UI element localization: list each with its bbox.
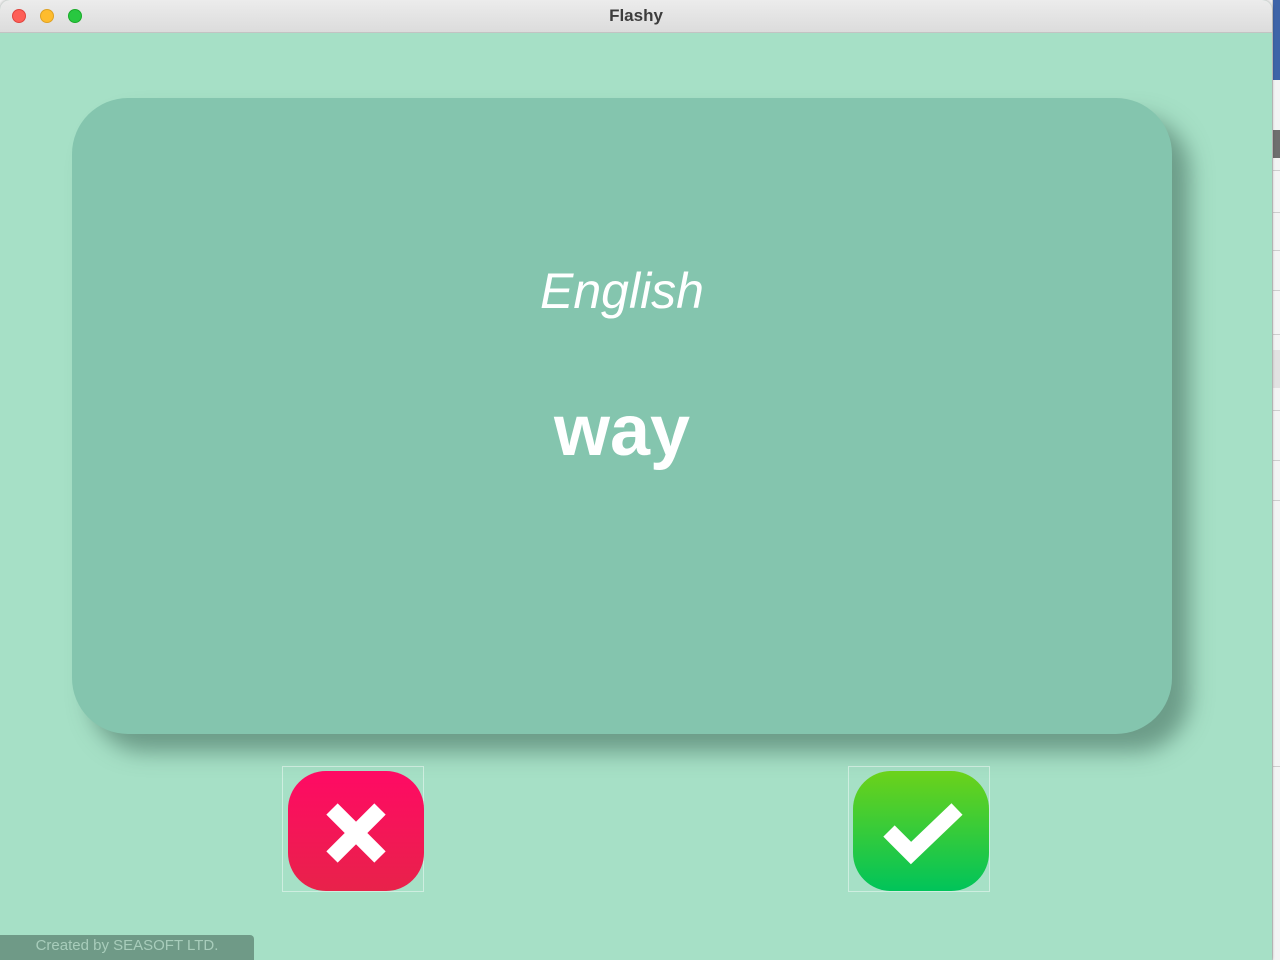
title-bar: Flashy [0, 0, 1272, 33]
card-language-label: English [540, 263, 704, 319]
checkmark-icon [853, 771, 989, 891]
window-title: Flashy [609, 6, 663, 25]
app-window: Flashy English way Created by SEASOFT LT… [0, 0, 1272, 960]
credit-label: Created by SEASOFT LTD. [0, 935, 254, 960]
flash-card: English way [72, 98, 1172, 734]
x-mark-icon [288, 771, 424, 891]
wrong-answer-button[interactable] [282, 766, 424, 892]
card-word: way [553, 391, 691, 471]
right-answer-button[interactable] [848, 766, 990, 892]
background-window-edge [1272, 0, 1280, 960]
